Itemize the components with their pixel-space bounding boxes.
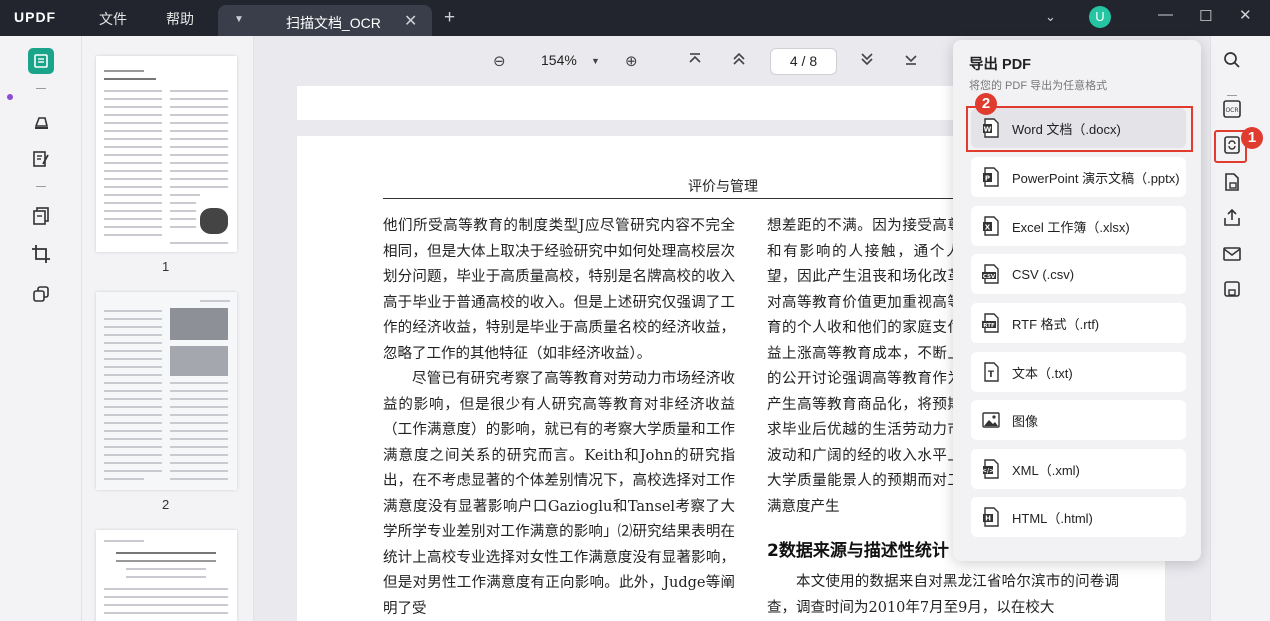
rail-divider: [1227, 95, 1237, 96]
email-icon[interactable]: [1221, 243, 1243, 265]
paragraph: 尽管已有研究考察了高等教育对劳动力市场经济收益的影响，但是很少有人研究高等教育对…: [383, 371, 735, 617]
right-text-column: 想差距的不满。因为接受高尊敬和有影响的人接触，通个人期望，因此产生沮丧和场化改革…: [767, 214, 977, 520]
save-icon[interactable]: [1221, 278, 1243, 300]
page-thumbnail[interactable]: [96, 530, 237, 621]
export-option-text[interactable]: T 文本（.txt): [971, 352, 1186, 392]
previous-page-icon[interactable]: [732, 52, 746, 70]
document-tab[interactable]: ▼ 扫描文档_OCR ✕: [218, 5, 432, 36]
svg-text:H: H: [985, 515, 991, 523]
tab-title: 扫描文档_OCR: [286, 15, 381, 31]
reader-mode-icon[interactable]: [28, 48, 54, 74]
svg-text:</>: </>: [982, 468, 994, 475]
highlighter-icon[interactable]: [28, 108, 54, 134]
excel-icon: X: [980, 215, 1002, 237]
new-tab-icon[interactable]: +: [444, 7, 455, 29]
export-option-csv[interactable]: CSV CSV (.csv): [971, 254, 1186, 294]
rail-divider: [36, 186, 46, 187]
page-number: 2: [162, 497, 170, 512]
organize-pages-icon[interactable]: [28, 203, 54, 229]
csv-icon: CSV: [980, 263, 1002, 285]
svg-text:P: P: [985, 175, 990, 183]
export-option-image[interactable]: 图像: [971, 400, 1186, 440]
svg-text:CSV: CSV: [983, 274, 996, 280]
zoom-dropdown-icon[interactable]: ▼: [591, 56, 600, 66]
export-option-html[interactable]: H HTML（.html): [971, 497, 1186, 537]
svg-text:T: T: [988, 370, 995, 380]
close-window-icon[interactable]: ✕: [1239, 6, 1252, 24]
thumbnail-panel: 1 2: [82, 36, 254, 621]
export-option-rtf[interactable]: RTF RTF 格式（.rtf): [971, 303, 1186, 343]
export-option-powerpoint[interactable]: P PowerPoint 演示文稿（.pptx): [971, 157, 1186, 197]
minimize-icon[interactable]: —: [1158, 6, 1173, 23]
left-text-column: 他们所受高等教育的制度类型J应尽管研究内容不完全相同，但是大体上取决于经验研究中…: [383, 214, 735, 621]
rtf-icon: RTF: [980, 312, 1002, 334]
indicator-dot: [7, 94, 13, 100]
svg-text:RTF: RTF: [983, 323, 995, 329]
rail-divider: [36, 88, 46, 89]
right-text-column: 本文使用的数据来自对黑龙江省哈尔滨市的问卷调查，调查时间为2010年7月至9月，…: [767, 570, 1119, 621]
menu-help[interactable]: 帮助: [166, 9, 194, 29]
paragraph: 本文使用的数据来自对黑龙江省哈尔滨市的问卷调查，调查时间为2010年7月至9月，…: [767, 574, 1119, 616]
search-icon[interactable]: [1221, 49, 1243, 71]
paragraph: 他们所受高等教育的制度类型J应尽管研究内容不完全相同，但是大体上取决于经验研究中…: [383, 218, 735, 362]
menu-file[interactable]: 文件: [99, 9, 127, 29]
html-icon: H: [980, 506, 1002, 528]
maximize-icon[interactable]: ☐: [1199, 7, 1212, 25]
first-page-icon[interactable]: [688, 52, 702, 70]
text-icon: T: [980, 361, 1002, 383]
chevron-down-icon[interactable]: ⌄: [1045, 9, 1056, 25]
last-page-icon[interactable]: [904, 52, 918, 70]
page-number: 1: [162, 259, 170, 274]
tab-close-icon[interactable]: ✕: [404, 11, 417, 31]
step-badge: 2: [975, 93, 997, 115]
page-thumbnail[interactable]: [96, 292, 237, 490]
xml-icon: </>: [980, 458, 1002, 480]
title-bar: UPDF 文件 帮助 ▼ 扫描文档_OCR ✕ + ⌄ U — ☐ ✕: [0, 0, 1270, 36]
zoom-level[interactable]: 154%: [541, 52, 577, 68]
tab-dropdown-icon[interactable]: ▼: [234, 14, 244, 25]
popup-title: 导出 PDF: [969, 57, 1032, 73]
protect-pdf-icon[interactable]: [1221, 171, 1243, 193]
export-option-excel[interactable]: X Excel 工作簿（.xlsx): [971, 206, 1186, 246]
left-tool-rail: [0, 36, 82, 621]
selection-highlight: [966, 106, 1193, 152]
zoom-in-icon[interactable]: ⊕: [625, 52, 638, 70]
page-header: 评价与管理: [688, 179, 758, 195]
next-page-icon[interactable]: [860, 52, 874, 70]
crop-icon[interactable]: [28, 241, 54, 267]
page-number-input[interactable]: 4 / 8: [770, 48, 837, 75]
svg-text:X: X: [985, 224, 991, 232]
share-icon[interactable]: [1221, 207, 1243, 229]
export-option-xml[interactable]: </> XML（.xml): [971, 449, 1186, 489]
popup-subtitle: 将您的 PDF 导出为任意格式: [969, 80, 1108, 92]
step-badge: 1: [1241, 127, 1263, 149]
section-title: 2数据来源与描述性统计: [767, 541, 949, 561]
powerpoint-icon: P: [980, 166, 1002, 188]
right-tool-rail: OCR: [1210, 36, 1270, 621]
svg-text:OCR: OCR: [1225, 107, 1238, 114]
avatar[interactable]: U: [1089, 6, 1111, 28]
ocr-icon[interactable]: OCR: [1221, 98, 1243, 120]
edit-pdf-icon[interactable]: [28, 146, 54, 172]
zoom-out-icon[interactable]: ⊖: [493, 52, 506, 70]
layers-icon[interactable]: [28, 281, 54, 307]
page-thumbnail[interactable]: [96, 56, 237, 252]
app-logo: UPDF: [14, 9, 57, 25]
image-icon: [980, 409, 1002, 431]
paragraph: 想差距的不满。因为接受高尊敬和有影响的人接触，通个人期望，因此产生沮丧和场化改革…: [767, 218, 977, 515]
